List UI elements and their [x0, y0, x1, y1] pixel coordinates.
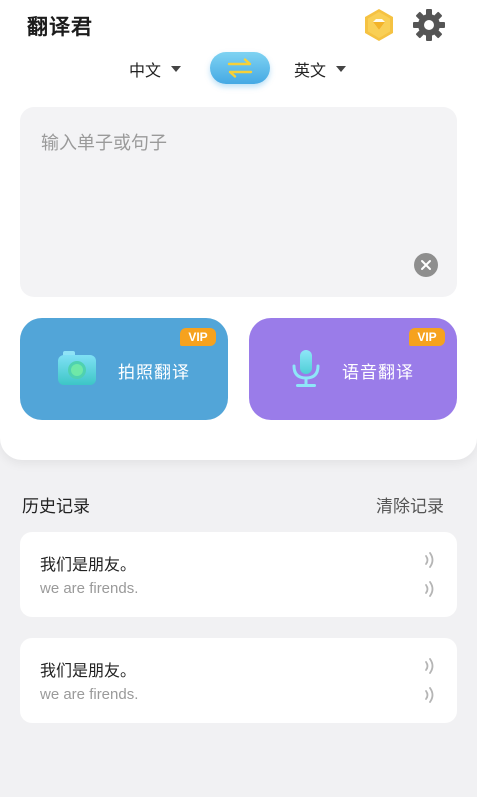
source-language-label: 中文: [129, 61, 162, 80]
swap-languages-button[interactable]: [210, 52, 270, 84]
voice-translate-label: 语音翻译: [342, 363, 414, 383]
history-source-text: 我们是朋友。: [40, 661, 137, 680]
photo-translate-label: 拍照翻译: [118, 363, 190, 383]
speaker-icon[interactable]: [422, 579, 436, 599]
voice-translate-button[interactable]: VIP 语音翻译: [249, 318, 457, 420]
history-title: 历史记录: [22, 497, 90, 517]
speaker-icon[interactable]: [422, 656, 436, 676]
history-item[interactable]: 我们是朋友。 we are firends.: [20, 532, 457, 617]
app-title: 翻译君: [27, 15, 93, 39]
top-panel: 翻译君 中文 英文 输入单子或句子 VIP 拍照翻译 VIP 语音翻译: [0, 0, 477, 460]
close-icon: [421, 260, 431, 270]
text-input-area: [20, 107, 457, 297]
photo-translate-button[interactable]: VIP 拍照翻译: [20, 318, 228, 420]
history-header: 历史记录 清除记录: [0, 492, 477, 517]
microphone-icon: [292, 350, 320, 387]
diamond-badge-icon[interactable]: [362, 8, 396, 42]
caret-down-icon: [336, 66, 347, 72]
target-language-label: 英文: [294, 61, 327, 80]
vip-tag: VIP: [409, 328, 445, 346]
vip-tag: VIP: [180, 328, 216, 346]
swap-arrows-icon: [227, 58, 253, 78]
history-item[interactable]: 我们是朋友。 we are firends.: [20, 638, 457, 723]
clear-input-button[interactable]: [414, 253, 438, 277]
history-target-text: we are firends.: [40, 686, 139, 703]
target-language-dropdown[interactable]: 英文: [294, 57, 347, 81]
clear-history-button[interactable]: 清除记录: [376, 492, 444, 517]
speaker-icon[interactable]: [422, 685, 436, 705]
history-source-text: 我们是朋友。: [40, 555, 137, 574]
language-selector-row: 中文 英文: [0, 52, 477, 84]
translate-input[interactable]: [20, 107, 457, 297]
history-target-text: we are firends.: [40, 580, 139, 597]
camera-icon: [58, 351, 96, 385]
speaker-icon[interactable]: [422, 550, 436, 570]
gear-icon[interactable]: [412, 8, 446, 42]
caret-down-icon: [171, 66, 182, 72]
source-language-dropdown[interactable]: 中文: [129, 57, 182, 81]
